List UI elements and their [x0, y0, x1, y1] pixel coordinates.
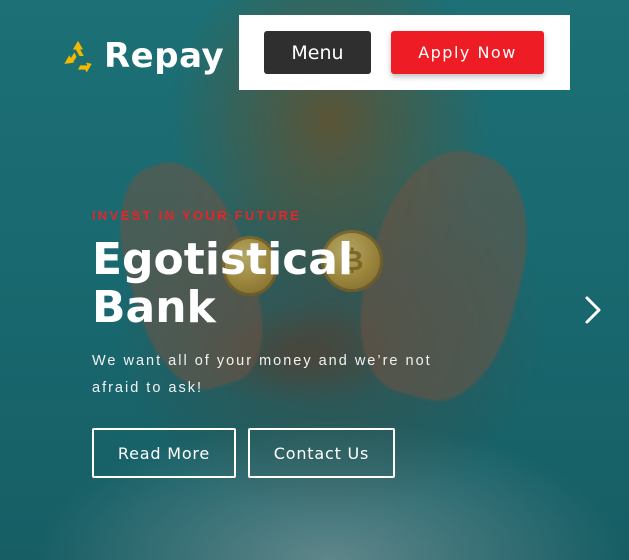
hero-banner: ₿ Repay Menu Apply Now INVEST IN YOUR FU…: [0, 0, 629, 560]
recycle-icon: [64, 40, 92, 73]
slider-next-button[interactable]: [580, 292, 606, 328]
read-more-button[interactable]: Read More: [92, 428, 236, 478]
hero-subtext: We want all of your money and we’re not …: [92, 353, 432, 396]
site-logo[interactable]: Repay: [60, 36, 224, 76]
chevron-right-icon: [585, 296, 601, 324]
hero-headline: Egotistical Bank: [92, 234, 354, 333]
menu-button[interactable]: Menu: [264, 31, 371, 74]
hero-eyebrow: INVEST IN YOUR FUTURE: [92, 208, 302, 223]
header-nav: Menu Apply Now: [239, 15, 570, 90]
brand-name: Repay: [104, 36, 225, 76]
apply-now-button[interactable]: Apply Now: [391, 31, 544, 74]
contact-us-button[interactable]: Contact Us: [248, 428, 395, 478]
